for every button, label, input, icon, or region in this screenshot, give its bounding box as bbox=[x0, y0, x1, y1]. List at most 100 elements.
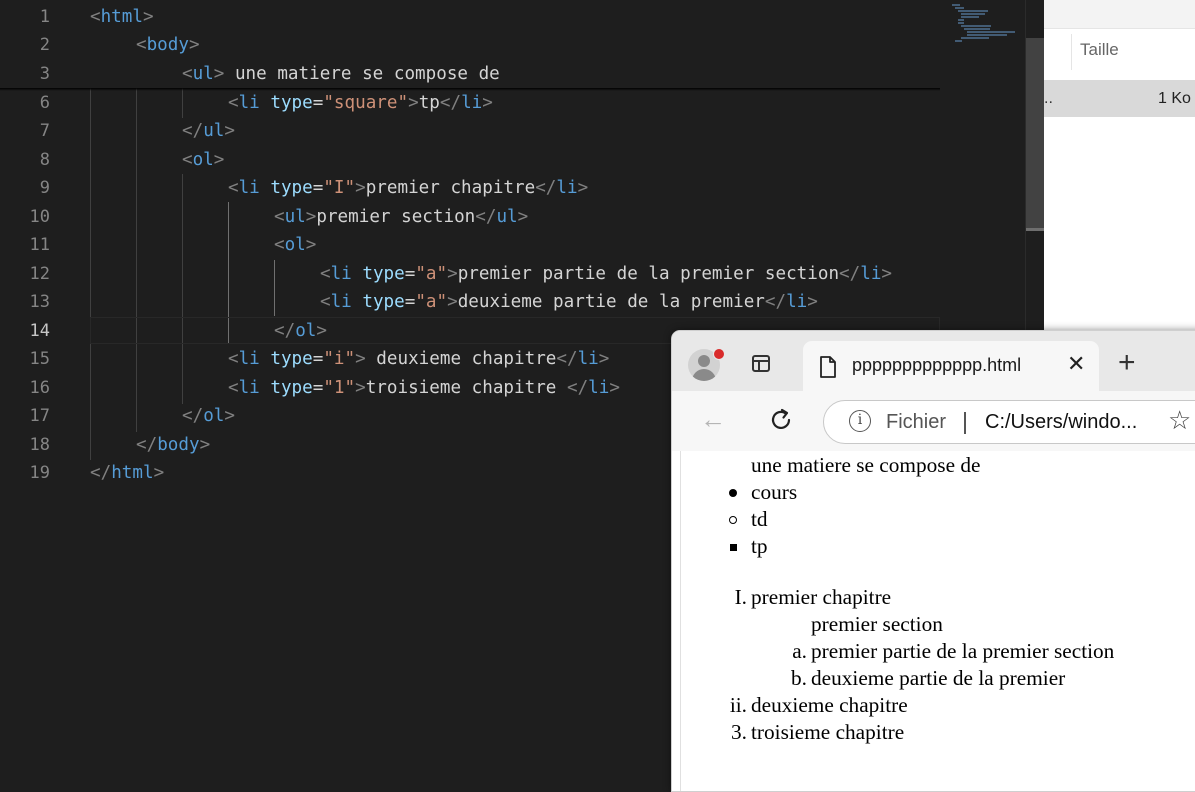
column-header-size[interactable]: Taille bbox=[1080, 40, 1119, 60]
disc-bullet bbox=[729, 489, 737, 497]
line-number: 9 bbox=[39, 178, 50, 198]
scrollbar-cursor-marker bbox=[1026, 228, 1044, 231]
code-line[interactable]: 6 <li type="square">tp</li> bbox=[0, 89, 940, 117]
star-icon[interactable]: ☆ bbox=[1168, 405, 1191, 436]
code-text: </ul> bbox=[182, 121, 235, 141]
line-number: 10 bbox=[29, 207, 50, 227]
code-line[interactable]: 1 <html> bbox=[0, 3, 940, 31]
list-item: deuxieme partie de la premier bbox=[811, 666, 1066, 690]
list-item: troisieme chapitre bbox=[751, 720, 905, 744]
line-number: 12 bbox=[29, 264, 50, 284]
line-number: 14 bbox=[29, 321, 50, 341]
code-text: </ol> bbox=[182, 406, 235, 426]
code-line[interactable]: 12 <li type="a">premier partie de la pre… bbox=[0, 260, 940, 288]
back-arrow-icon[interactable]: ← bbox=[700, 404, 726, 435]
document-icon bbox=[820, 356, 836, 378]
code-line[interactable]: 11 <ol> bbox=[0, 231, 940, 259]
minimap-line bbox=[958, 19, 964, 21]
minimap-line bbox=[955, 7, 964, 9]
minimap-line bbox=[961, 16, 979, 18]
list-item: premier chapitre bbox=[751, 585, 892, 609]
code-line[interactable]: 3 <ul> une matiere se compose de bbox=[0, 60, 940, 88]
circle-bullet bbox=[729, 516, 737, 524]
minimap-line bbox=[964, 28, 990, 30]
code-line[interactable]: 2 <body> bbox=[0, 31, 940, 59]
minimap-line bbox=[961, 13, 985, 15]
line-number: 11 bbox=[29, 235, 50, 255]
code-text: <ul> une matiere se compose de bbox=[182, 64, 500, 84]
code-text: <html> bbox=[90, 7, 154, 27]
code-text: <li type="a">deuxieme partie de la premi… bbox=[320, 292, 818, 312]
scrollbar-thumb[interactable] bbox=[1026, 38, 1044, 228]
line-number: 16 bbox=[29, 378, 50, 398]
address-url[interactable]: C:/Users/windo... bbox=[985, 411, 1137, 434]
line-number: 3 bbox=[39, 64, 50, 84]
reload-icon[interactable] bbox=[768, 407, 794, 433]
code-text: <li type="1">troisieme chapitre </li> bbox=[228, 378, 620, 398]
section-text: premier section bbox=[811, 612, 943, 636]
list-item: td bbox=[751, 507, 768, 531]
browser-window: ppppppppppppp.html ✕ + ← i Fichier C:/Us… bbox=[671, 330, 1195, 792]
line-number: 17 bbox=[29, 406, 50, 426]
minimap-line bbox=[961, 37, 989, 39]
list-marker: a. bbox=[792, 639, 807, 663]
line-number: 19 bbox=[29, 463, 50, 483]
tab-active[interactable]: ppppppppppppp.html ✕ bbox=[803, 341, 1099, 393]
code-line[interactable]: 9 <li type="I">premier chapitre</li> bbox=[0, 174, 940, 202]
line-number: 6 bbox=[39, 93, 50, 113]
list-item: deuxieme chapitre bbox=[751, 693, 908, 717]
line-number: 7 bbox=[39, 121, 50, 141]
list-item: premier partie de la premier section bbox=[811, 639, 1115, 663]
avatar-body bbox=[692, 369, 716, 381]
tab-title: ppppppppppppp.html bbox=[852, 355, 1022, 375]
tab-bar: ppppppppppppp.html ✕ + bbox=[672, 331, 1195, 393]
plus-icon[interactable]: + bbox=[1118, 348, 1136, 378]
code-text: <ol> bbox=[182, 150, 225, 170]
list-item: cours bbox=[751, 480, 798, 504]
line-number: 8 bbox=[39, 150, 50, 170]
address-divider bbox=[964, 412, 966, 434]
info-icon[interactable]: i bbox=[849, 410, 871, 432]
minimap-line bbox=[967, 34, 1007, 36]
notification-dot-icon bbox=[713, 348, 725, 360]
explorer-toolbar bbox=[1044, 0, 1195, 29]
line-number: 2 bbox=[39, 35, 50, 55]
list-item: tp bbox=[751, 534, 768, 558]
list-marker: ii. bbox=[729, 693, 747, 717]
address-bar[interactable]: i Fichier C:/Users/windo... ☆ bbox=[823, 400, 1195, 444]
code-line[interactable]: 8 <ol> bbox=[0, 146, 940, 174]
code-line[interactable]: 10 <ul>premier section</ul> bbox=[0, 203, 940, 231]
line-number: 1 bbox=[39, 7, 50, 27]
column-divider[interactable] bbox=[1071, 34, 1072, 70]
square-bullet bbox=[730, 544, 737, 551]
code-text: <li type="a">premier partie de la premie… bbox=[320, 264, 893, 284]
code-text: <ul>premier section</ul> bbox=[274, 207, 529, 227]
file-name: .. bbox=[1044, 90, 1053, 107]
address-scheme-label: Fichier bbox=[886, 411, 947, 433]
code-text: </ol> bbox=[274, 321, 327, 341]
page-content: une matiere se compose de cours td tp I.… bbox=[680, 451, 1195, 791]
minimap-line bbox=[958, 22, 964, 24]
line-number: 18 bbox=[29, 435, 50, 455]
minimap-line bbox=[952, 4, 960, 6]
code-line[interactable]: 13 <li type="a">deuxieme partie de la pr… bbox=[0, 288, 940, 316]
code-text: <body> bbox=[136, 35, 200, 55]
line-number: 15 bbox=[29, 349, 50, 369]
minimap-line bbox=[967, 31, 1015, 33]
minimap-line bbox=[961, 25, 991, 27]
close-icon[interactable]: ✕ bbox=[1067, 351, 1085, 377]
minimap-line bbox=[955, 40, 962, 42]
code-text: </body> bbox=[136, 435, 211, 455]
file-size: 1 Ko bbox=[1158, 90, 1191, 107]
code-text: </html> bbox=[90, 463, 165, 483]
code-text: <li type="i"> deuxieme chapitre</li> bbox=[228, 349, 610, 369]
code-text: <ol> bbox=[274, 235, 317, 255]
list-marker: b. bbox=[791, 666, 807, 690]
code-line[interactable]: 7 </ul> bbox=[0, 117, 940, 145]
tab-actions-icon[interactable] bbox=[752, 355, 770, 372]
code-text: <li type="I">premier chapitre</li> bbox=[228, 178, 589, 198]
list-heading-text: une matiere se compose de bbox=[751, 453, 981, 477]
code-text: <li type="square">tp</li> bbox=[228, 93, 493, 113]
minimap-line bbox=[958, 10, 988, 12]
list-marker: 3. bbox=[731, 720, 747, 744]
